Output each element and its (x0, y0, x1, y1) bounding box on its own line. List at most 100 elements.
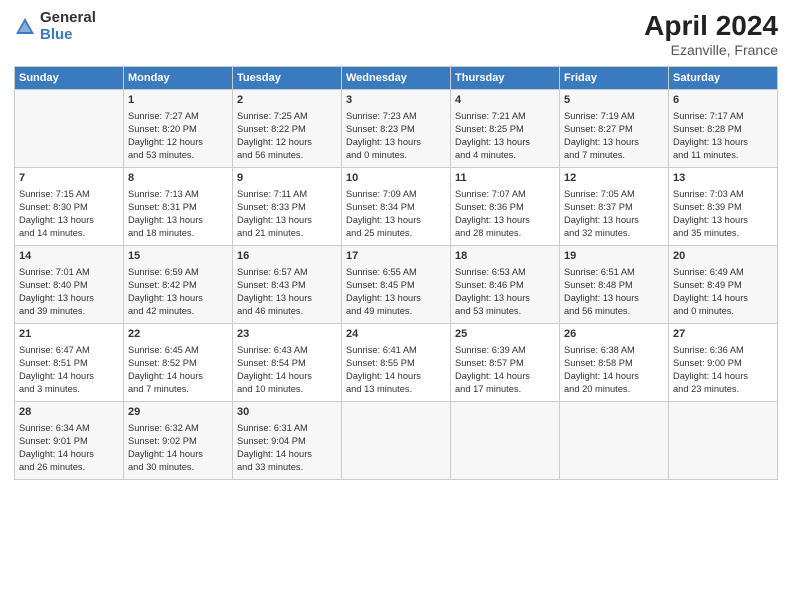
day-number: 21 (19, 327, 119, 342)
day-info: Sunrise: 6:39 AM Sunset: 8:57 PM Dayligh… (455, 344, 555, 396)
day-number: 2 (237, 93, 337, 108)
day-cell: 16 Sunrise: 6:57 AM Sunset: 8:43 PM Dayli… (233, 246, 342, 324)
logo-text: General Blue (40, 10, 96, 43)
day-number: 4 (455, 93, 555, 108)
day-cell: 27 Sunrise: 6:36 AM Sunset: 9:00 PM Dayli… (669, 324, 778, 402)
day-info: Sunrise: 6:41 AM Sunset: 8:55 PM Dayligh… (346, 344, 446, 396)
day-info: Sunrise: 7:19 AM Sunset: 8:27 PM Dayligh… (564, 110, 664, 162)
day-info: Sunrise: 6:55 AM Sunset: 8:45 PM Dayligh… (346, 266, 446, 318)
day-number: 28 (19, 405, 119, 420)
day-info: Sunrise: 6:47 AM Sunset: 8:51 PM Dayligh… (19, 344, 119, 396)
day-number: 26 (564, 327, 664, 342)
day-cell: 10Sunrise: 7:09 AM Sunset: 8:34 PM Dayli… (342, 168, 451, 246)
logo-icon (14, 16, 36, 38)
day-info: Sunrise: 7:13 AM Sunset: 8:31 PM Dayligh… (128, 188, 228, 240)
day-cell: 13Sunrise: 7:03 AM Sunset: 8:39 PM Dayli… (669, 168, 778, 246)
header: General Blue April 2024 Ezanville, Franc… (14, 10, 778, 58)
day-number: 9 (237, 171, 337, 186)
day-cell (451, 402, 560, 480)
day-number: 15 (128, 249, 228, 264)
day-cell: 21 Sunrise: 6:47 AM Sunset: 8:51 PM Dayli… (15, 324, 124, 402)
day-number: 27 (673, 327, 773, 342)
day-cell (560, 402, 669, 480)
day-number: 24 (346, 327, 446, 342)
logo-blue: Blue (40, 27, 96, 44)
day-info: Sunrise: 6:53 AM Sunset: 8:46 PM Dayligh… (455, 266, 555, 318)
day-cell: 23 Sunrise: 6:43 AM Sunset: 8:54 PM Dayli… (233, 324, 342, 402)
col-wednesday: Wednesday (342, 67, 451, 90)
day-number: 22 (128, 327, 228, 342)
day-cell: 8Sunrise: 7:13 AM Sunset: 8:31 PM Daylig… (124, 168, 233, 246)
day-info: Sunrise: 6:51 AM Sunset: 8:48 PM Dayligh… (564, 266, 664, 318)
day-info: Sunrise: 6:34 AM Sunset: 9:01 PM Dayligh… (19, 422, 119, 474)
day-number: 6 (673, 93, 773, 108)
day-cell: 1 Sunrise: 7:27 AM Sunset: 8:20 PM Daylig… (124, 90, 233, 168)
title-location: Ezanville, France (644, 42, 778, 58)
day-info: Sunrise: 7:15 AM Sunset: 8:30 PM Dayligh… (19, 188, 119, 240)
day-cell: 18 Sunrise: 6:53 AM Sunset: 8:46 PM Dayli… (451, 246, 560, 324)
day-info: Sunrise: 6:49 AM Sunset: 8:49 PM Dayligh… (673, 266, 773, 318)
week-row-3: 14 Sunrise: 7:01 AM Sunset: 8:40 PM Dayli… (15, 246, 778, 324)
week-row-4: 21 Sunrise: 6:47 AM Sunset: 8:51 PM Dayli… (15, 324, 778, 402)
day-info: Sunrise: 7:21 AM Sunset: 8:25 PM Dayligh… (455, 110, 555, 162)
day-number: 17 (346, 249, 446, 264)
day-info: Sunrise: 7:05 AM Sunset: 8:37 PM Dayligh… (564, 188, 664, 240)
day-cell (342, 402, 451, 480)
day-info: Sunrise: 6:36 AM Sunset: 9:00 PM Dayligh… (673, 344, 773, 396)
day-info: Sunrise: 7:01 AM Sunset: 8:40 PM Dayligh… (19, 266, 119, 318)
day-number: 18 (455, 249, 555, 264)
day-cell: 15 Sunrise: 6:59 AM Sunset: 8:42 PM Dayli… (124, 246, 233, 324)
day-cell: 12Sunrise: 7:05 AM Sunset: 8:37 PM Dayli… (560, 168, 669, 246)
col-tuesday: Tuesday (233, 67, 342, 90)
day-info: Sunrise: 6:59 AM Sunset: 8:42 PM Dayligh… (128, 266, 228, 318)
day-number: 29 (128, 405, 228, 420)
day-number: 20 (673, 249, 773, 264)
week-row-1: 1 Sunrise: 7:27 AM Sunset: 8:20 PM Daylig… (15, 90, 778, 168)
col-friday: Friday (560, 67, 669, 90)
day-number: 23 (237, 327, 337, 342)
day-cell: 4 Sunrise: 7:21 AM Sunset: 8:25 PM Daylig… (451, 90, 560, 168)
col-monday: Monday (124, 67, 233, 90)
day-info: Sunrise: 6:32 AM Sunset: 9:02 PM Dayligh… (128, 422, 228, 474)
day-number: 16 (237, 249, 337, 264)
day-cell: 25Sunrise: 6:39 AM Sunset: 8:57 PM Dayli… (451, 324, 560, 402)
day-number: 11 (455, 171, 555, 186)
day-cell (669, 402, 778, 480)
day-info: Sunrise: 6:38 AM Sunset: 8:58 PM Dayligh… (564, 344, 664, 396)
day-info: Sunrise: 7:23 AM Sunset: 8:23 PM Dayligh… (346, 110, 446, 162)
day-number: 7 (19, 171, 119, 186)
day-number: 5 (564, 93, 664, 108)
day-cell: 30Sunrise: 6:31 AM Sunset: 9:04 PM Dayli… (233, 402, 342, 480)
col-thursday: Thursday (451, 67, 560, 90)
day-cell: 7 Sunrise: 7:15 AM Sunset: 8:30 PM Daylig… (15, 168, 124, 246)
week-row-2: 7 Sunrise: 7:15 AM Sunset: 8:30 PM Daylig… (15, 168, 778, 246)
day-cell: 28 Sunrise: 6:34 AM Sunset: 9:01 PM Dayli… (15, 402, 124, 480)
day-cell: 17 Sunrise: 6:55 AM Sunset: 8:45 PM Dayli… (342, 246, 451, 324)
day-info: Sunrise: 7:07 AM Sunset: 8:36 PM Dayligh… (455, 188, 555, 240)
day-info: Sunrise: 6:57 AM Sunset: 8:43 PM Dayligh… (237, 266, 337, 318)
day-cell: 26 Sunrise: 6:38 AM Sunset: 8:58 PM Dayli… (560, 324, 669, 402)
day-info: Sunrise: 7:27 AM Sunset: 8:20 PM Dayligh… (128, 110, 228, 162)
day-cell (15, 90, 124, 168)
day-info: Sunrise: 7:25 AM Sunset: 8:22 PM Dayligh… (237, 110, 337, 162)
week-row-5: 28 Sunrise: 6:34 AM Sunset: 9:01 PM Dayli… (15, 402, 778, 480)
day-number: 3 (346, 93, 446, 108)
calendar-table: Sunday Monday Tuesday Wednesday Thursday… (14, 66, 778, 480)
day-info: Sunrise: 6:45 AM Sunset: 8:52 PM Dayligh… (128, 344, 228, 396)
day-number: 1 (128, 93, 228, 108)
day-cell: 2 Sunrise: 7:25 AM Sunset: 8:22 PM Daylig… (233, 90, 342, 168)
day-number: 13 (673, 171, 773, 186)
day-cell: 19 Sunrise: 6:51 AM Sunset: 8:48 PM Dayli… (560, 246, 669, 324)
logo: General Blue (14, 10, 96, 43)
day-cell: 29 Sunrise: 6:32 AM Sunset: 9:02 PM Dayli… (124, 402, 233, 480)
title-block: April 2024 Ezanville, France (644, 10, 778, 58)
day-cell: 22 Sunrise: 6:45 AM Sunset: 8:52 PM Dayli… (124, 324, 233, 402)
day-info: Sunrise: 6:43 AM Sunset: 8:54 PM Dayligh… (237, 344, 337, 396)
day-number: 14 (19, 249, 119, 264)
day-info: Sunrise: 6:31 AM Sunset: 9:04 PM Dayligh… (237, 422, 337, 474)
header-row: Sunday Monday Tuesday Wednesday Thursday… (15, 67, 778, 90)
day-cell: 14 Sunrise: 7:01 AM Sunset: 8:40 PM Dayli… (15, 246, 124, 324)
day-cell: 5 Sunrise: 7:19 AM Sunset: 8:27 PM Daylig… (560, 90, 669, 168)
day-number: 19 (564, 249, 664, 264)
day-cell: 20 Sunrise: 6:49 AM Sunset: 8:49 PM Dayli… (669, 246, 778, 324)
